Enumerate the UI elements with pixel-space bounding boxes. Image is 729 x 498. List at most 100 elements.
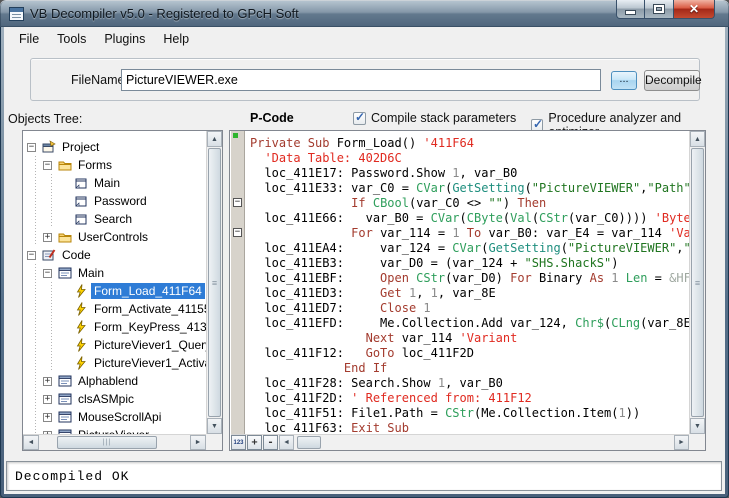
scroll-left-icon[interactable]: ◄	[279, 435, 294, 450]
objects-tree-panel: −Project−FormsMainPasswordSearch + UserCon…	[22, 130, 223, 451]
tree-item[interactable]: Search	[27, 210, 206, 228]
menu-help[interactable]: Help	[154, 29, 198, 49]
folder-icon	[58, 158, 75, 172]
code-line: loc_411E66: var_B0 = CVar(CByte(Val(CStr…	[250, 211, 689, 226]
collapse-expander-icon[interactable]: −	[43, 161, 52, 170]
tree-item[interactable]: −Forms	[27, 156, 206, 174]
tree-item[interactable]: +MouseScrollApi	[27, 408, 206, 426]
tree-item[interactable]: Password	[27, 192, 206, 210]
code-line: loc_411E33: var_C0 = CVar(GetSetting("Pi…	[250, 181, 689, 196]
form-icon	[74, 176, 91, 190]
scroll-right-icon[interactable]: ►	[190, 435, 206, 450]
tree-item[interactable]: +Alphablend	[27, 372, 206, 390]
collapse-all-button[interactable]: -	[263, 435, 278, 450]
decompile-button[interactable]: Decompile	[644, 70, 700, 91]
code-line: End If	[250, 361, 689, 376]
code-horizontal-scrollbar[interactable]: ◄ ►	[279, 435, 689, 450]
code-line: loc_411F12: GoTo loc_411F2D	[250, 346, 689, 361]
menu-file[interactable]: File	[10, 29, 48, 49]
folder-icon	[58, 230, 75, 244]
tree-item-label: Form_KeyPress_413E1	[91, 319, 206, 335]
tree-item[interactable]: Form_Load_411F64	[27, 282, 206, 300]
code-content[interactable]: Private Sub Form_Load() '411F64 'Data Ta…	[247, 131, 689, 434]
code-line: loc_411ED7: Close 1	[250, 301, 689, 316]
code-line: loc_411E17: Password.Show 1, var_B0	[250, 166, 689, 181]
menu-bar: File Tools Plugins Help	[4, 27, 725, 50]
module-icon	[58, 410, 75, 424]
code-line: Private Sub Form_Load() '411F64	[250, 136, 689, 151]
tree-vscroll-thumb[interactable]: ≡	[208, 148, 221, 417]
code-line: loc_411F63: Exit Sub	[250, 421, 689, 434]
code-line: loc_411ED3: Get 1, 1, var_8E	[250, 286, 689, 301]
code-line: loc_411EBF: Open CStr(var_D0) For Binary…	[250, 271, 689, 286]
maximize-button[interactable]	[645, 0, 673, 19]
code-vertical-scrollbar[interactable]: ▲ ≡ ▼	[689, 131, 705, 434]
event-icon	[74, 338, 91, 352]
window-title: VB Decompiler v5.0 - Registered to GPcH …	[30, 6, 299, 21]
compile-stack-label: Compile stack parameters	[371, 111, 516, 125]
expand-expander-icon[interactable]: +	[43, 413, 52, 422]
scroll-right-icon[interactable]: ►	[674, 435, 689, 450]
tree-item[interactable]: + clsASMpic	[27, 390, 206, 408]
tree-item[interactable]: Form_KeyPress_413E1	[27, 318, 206, 336]
objects-tree-content[interactable]: −Project−FormsMainPasswordSearch + UserCon…	[24, 131, 206, 434]
scroll-left-icon[interactable]: ◄	[23, 435, 39, 450]
expand-expander-icon[interactable]: +	[43, 233, 52, 242]
code-line: loc_411EA4: var_124 = CVar(GetSetting("P…	[250, 241, 689, 256]
tree-item-label: UserControls	[75, 229, 151, 245]
tree-item[interactable]: Form_Activate_41155	[27, 300, 206, 318]
tree-horizontal-scrollbar[interactable]: ◄ ||| ►	[23, 434, 206, 450]
tree-item-label: Password	[91, 193, 150, 209]
code-hscroll-thumb[interactable]	[297, 436, 321, 449]
fold-collapse-icon[interactable]: −	[233, 198, 242, 207]
compile-stack-checkbox[interactable]	[353, 112, 366, 125]
event-icon	[74, 302, 91, 316]
module-icon	[58, 392, 75, 406]
collapse-expander-icon[interactable]: −	[27, 251, 36, 260]
module-icon	[58, 266, 75, 280]
expand-all-button[interactable]: +	[247, 435, 262, 450]
scroll-up-icon[interactable]: ▲	[207, 131, 222, 147]
expand-expander-icon[interactable]: +	[43, 395, 52, 404]
close-icon: ✕	[689, 1, 699, 18]
menu-tools[interactable]: Tools	[48, 29, 95, 49]
tree-item[interactable]: PictureViever1_Query	[27, 336, 206, 354]
event-icon	[74, 320, 91, 334]
tree-item[interactable]: Main	[27, 174, 206, 192]
filename-input[interactable]	[121, 69, 601, 91]
minimize-button[interactable]	[616, 0, 645, 19]
tree-item[interactable]: −Code	[27, 246, 206, 264]
tree-hscroll-thumb[interactable]: |||	[57, 436, 157, 449]
scroll-down-icon[interactable]: ▼	[690, 418, 705, 434]
tree-item[interactable]: −Main	[27, 264, 206, 282]
scroll-down-icon[interactable]: ▼	[207, 418, 222, 434]
maximize-icon	[654, 5, 664, 13]
filename-group: FileName: ... Decompile	[30, 58, 700, 101]
title-bar[interactable]: VB Decompiler v5.0 - Registered to GPcH …	[0, 0, 729, 27]
tree-item[interactable]: PictureViever1_Activa	[27, 354, 206, 372]
code-vscroll-thumb[interactable]: ≡	[691, 148, 704, 417]
scroll-up-icon[interactable]: ▲	[690, 131, 705, 147]
app-window: VB Decompiler v5.0 - Registered to GPcH …	[0, 0, 729, 498]
tree-item[interactable]: +PictureViever	[27, 426, 206, 434]
tree-item-label: clsASMpic	[75, 391, 137, 407]
project-icon	[42, 140, 59, 154]
code-line: Next var_114 'Variant	[250, 331, 689, 346]
code-gutter[interactable]: −−	[231, 131, 245, 434]
menu-plugins[interactable]: Plugins	[95, 29, 154, 49]
code-scrollbar-corner	[689, 434, 705, 450]
collapse-expander-icon[interactable]: −	[27, 143, 36, 152]
expand-expander-icon[interactable]: +	[43, 377, 52, 386]
browse-button[interactable]: ...	[611, 71, 637, 90]
line-numbers-button[interactable]: 123	[231, 435, 246, 450]
code-line: loc_411EB3: var_D0 = (var_124 + "SHS.Sha…	[250, 256, 689, 271]
code-line: loc_411F51: File1.Path = CStr(Me.Collect…	[250, 406, 689, 421]
fold-collapse-icon[interactable]: −	[233, 228, 242, 237]
close-button[interactable]: ✕	[673, 0, 715, 19]
collapse-expander-icon[interactable]: −	[43, 269, 52, 278]
code-line: loc_411F2D: ' Referenced from: 411F12	[250, 391, 689, 406]
tree-vertical-scrollbar[interactable]: ▲ ≡ ▼	[206, 131, 222, 434]
objects-tree-label: Objects Tree:	[8, 112, 82, 126]
tree-item[interactable]: + UserControls	[27, 228, 206, 246]
tree-item[interactable]: −Project	[27, 138, 206, 156]
